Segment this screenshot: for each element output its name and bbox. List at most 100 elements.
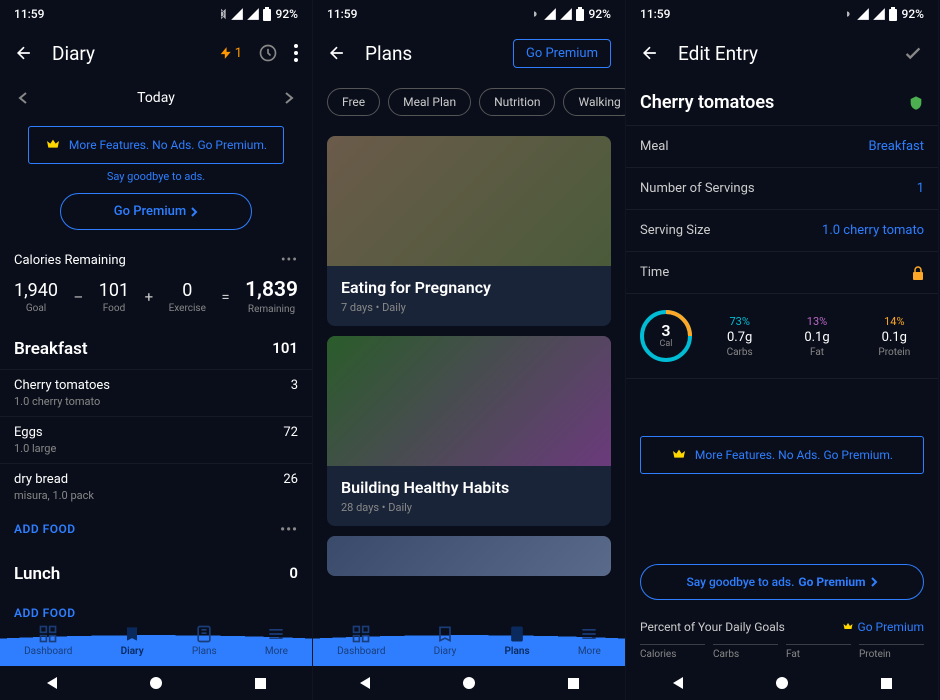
sys-back-button[interactable] xyxy=(673,677,683,689)
go-premium-button[interactable]: Go Premium xyxy=(513,39,611,68)
nav-more[interactable]: More xyxy=(265,624,288,657)
daily-goals-header: Percent of Your Daily Goals Go Premium xyxy=(626,610,938,640)
go-premium-link[interactable]: Go Premium xyxy=(842,620,924,634)
sys-home-button[interactable] xyxy=(150,677,162,689)
sys-recent-button[interactable] xyxy=(881,678,892,689)
food-row[interactable]: Eggs1.0 large72 xyxy=(0,416,312,463)
entry-title-row: Cherry tomatoes xyxy=(626,78,938,125)
app-bar: Diary 1 xyxy=(0,28,312,78)
nav-diary[interactable]: Diary xyxy=(121,624,144,657)
food-row[interactable]: Cherry tomatoes1.0 cherry tomato3 xyxy=(0,369,312,416)
premium-promo-card[interactable]: More Features. No Ads. Go Premium. xyxy=(640,436,924,474)
servings-field[interactable]: Number of Servings 1 xyxy=(626,167,938,209)
status-icons xyxy=(214,7,272,21)
promo-text: More Features. No Ads. Go Premium. xyxy=(695,448,893,462)
prev-day-button[interactable] xyxy=(18,91,28,105)
plan-card[interactable] xyxy=(327,536,611,576)
sys-back-button[interactable] xyxy=(360,677,370,689)
calorie-ring: 3 Cal xyxy=(640,310,692,362)
system-nav xyxy=(626,666,938,700)
next-day-button[interactable] xyxy=(284,91,294,105)
status-time: 11:59 xyxy=(640,7,670,21)
verified-icon xyxy=(908,95,924,111)
nav-more[interactable]: More xyxy=(578,624,601,657)
system-nav xyxy=(0,666,312,700)
sys-recent-button[interactable] xyxy=(255,678,266,689)
clock-icon[interactable] xyxy=(258,43,278,63)
promo-text: More Features. No Ads. Go Premium. xyxy=(69,138,267,152)
filter-chips: Free Meal Plan Nutrition Walking Workou xyxy=(313,78,625,126)
nav-dashboard[interactable]: Dashboard xyxy=(24,624,72,657)
plan-card[interactable]: Building Healthy Habits 28 days • Daily xyxy=(327,336,611,526)
confirm-icon[interactable] xyxy=(902,42,924,64)
app-bar: Edit Entry xyxy=(626,28,938,78)
plan-image xyxy=(327,536,611,576)
bottom-nav: Dashboard Diary Plans More xyxy=(0,610,312,666)
sys-recent-button[interactable] xyxy=(568,678,579,689)
date-nav: Today xyxy=(0,78,312,118)
nav-plans[interactable]: Plans xyxy=(192,624,217,657)
status-time: 11:59 xyxy=(327,7,357,21)
plan-title: Eating for Pregnancy xyxy=(341,278,597,297)
nav-plans[interactable]: Plans xyxy=(505,624,530,657)
status-icons xyxy=(527,7,585,21)
status-time: 11:59 xyxy=(14,7,44,21)
page-title: Edit Entry xyxy=(678,42,902,65)
macro-carbs: 73%0.7gCarbs xyxy=(710,315,769,358)
back-icon[interactable] xyxy=(327,43,347,63)
calories-more-icon[interactable]: ••• xyxy=(281,252,298,268)
sys-back-button[interactable] xyxy=(47,677,57,689)
status-icons xyxy=(840,7,898,21)
plan-meta: 28 days • Daily xyxy=(341,501,597,514)
page-title: Diary xyxy=(52,42,219,65)
macro-fat: 13%0.1gFat xyxy=(787,315,846,358)
breakfast-header[interactable]: Breakfast 101 xyxy=(0,325,312,369)
app-bar: Plans Go Premium xyxy=(313,28,625,78)
nav-dashboard[interactable]: Dashboard xyxy=(337,624,385,657)
food-row[interactable]: dry breadmisura, 1.0 pack26 xyxy=(0,463,312,510)
more-icon[interactable]: ••• xyxy=(280,522,298,538)
status-battery: 92% xyxy=(902,7,924,21)
chip-walking[interactable]: Walking xyxy=(563,88,625,116)
lock-icon xyxy=(912,266,924,280)
page-title: Plans xyxy=(365,42,513,65)
plan-image xyxy=(327,136,611,266)
premium-promo-card[interactable]: More Features. No Ads. Go Premium. xyxy=(28,126,284,164)
calories-title: Calories Remaining xyxy=(14,253,126,268)
status-bar: 11:59 92% xyxy=(626,0,938,28)
time-field[interactable]: Time xyxy=(626,251,938,293)
date-label[interactable]: Today xyxy=(137,90,175,106)
chip-nutrition[interactable]: Nutrition xyxy=(479,88,555,116)
overflow-icon[interactable] xyxy=(294,44,298,62)
plan-card[interactable]: Eating for Pregnancy 7 days • Daily xyxy=(327,136,611,326)
macro-protein: 14%0.1gProtein xyxy=(865,315,924,358)
chip-meal-plan[interactable]: Meal Plan xyxy=(388,88,471,116)
goals-columns: Calories Carbs Fat Protein xyxy=(626,640,938,660)
crown-icon xyxy=(45,137,61,153)
go-premium-pill[interactable]: Say goodbye to ads. Go Premium xyxy=(640,564,924,600)
back-icon[interactable] xyxy=(14,43,34,63)
nav-diary[interactable]: Diary xyxy=(434,624,457,657)
status-battery: 92% xyxy=(276,7,298,21)
status-bar: 11:59 92% xyxy=(313,0,625,28)
streak-badge[interactable]: 1 xyxy=(219,46,242,61)
status-battery: 92% xyxy=(589,7,611,21)
add-food-button[interactable]: ADD FOOD••• xyxy=(0,510,312,550)
plan-image xyxy=(327,336,611,466)
lunch-header[interactable]: Lunch 0 xyxy=(0,550,312,594)
chip-free[interactable]: Free xyxy=(327,88,380,116)
food-name: Cherry tomatoes xyxy=(640,92,774,113)
bottom-nav: Dashboard Diary Plans More xyxy=(313,610,625,666)
sys-home-button[interactable] xyxy=(463,677,475,689)
go-premium-button[interactable]: Go Premium xyxy=(60,193,252,230)
plan-meta: 7 days • Daily xyxy=(341,301,597,314)
meal-field[interactable]: Meal Breakfast xyxy=(626,125,938,167)
sys-home-button[interactable] xyxy=(776,677,788,689)
status-bar: 11:59 92% xyxy=(0,0,312,28)
system-nav xyxy=(313,666,625,700)
plan-title: Building Healthy Habits xyxy=(341,478,597,497)
calories-block: Calories Remaining ••• 1,940Goal – 101Fo… xyxy=(0,242,312,325)
sub-promo-text: Say goodbye to ads. xyxy=(0,170,312,183)
serving-size-field[interactable]: Serving Size 1.0 cherry tomato xyxy=(626,209,938,251)
back-icon[interactable] xyxy=(640,43,660,63)
